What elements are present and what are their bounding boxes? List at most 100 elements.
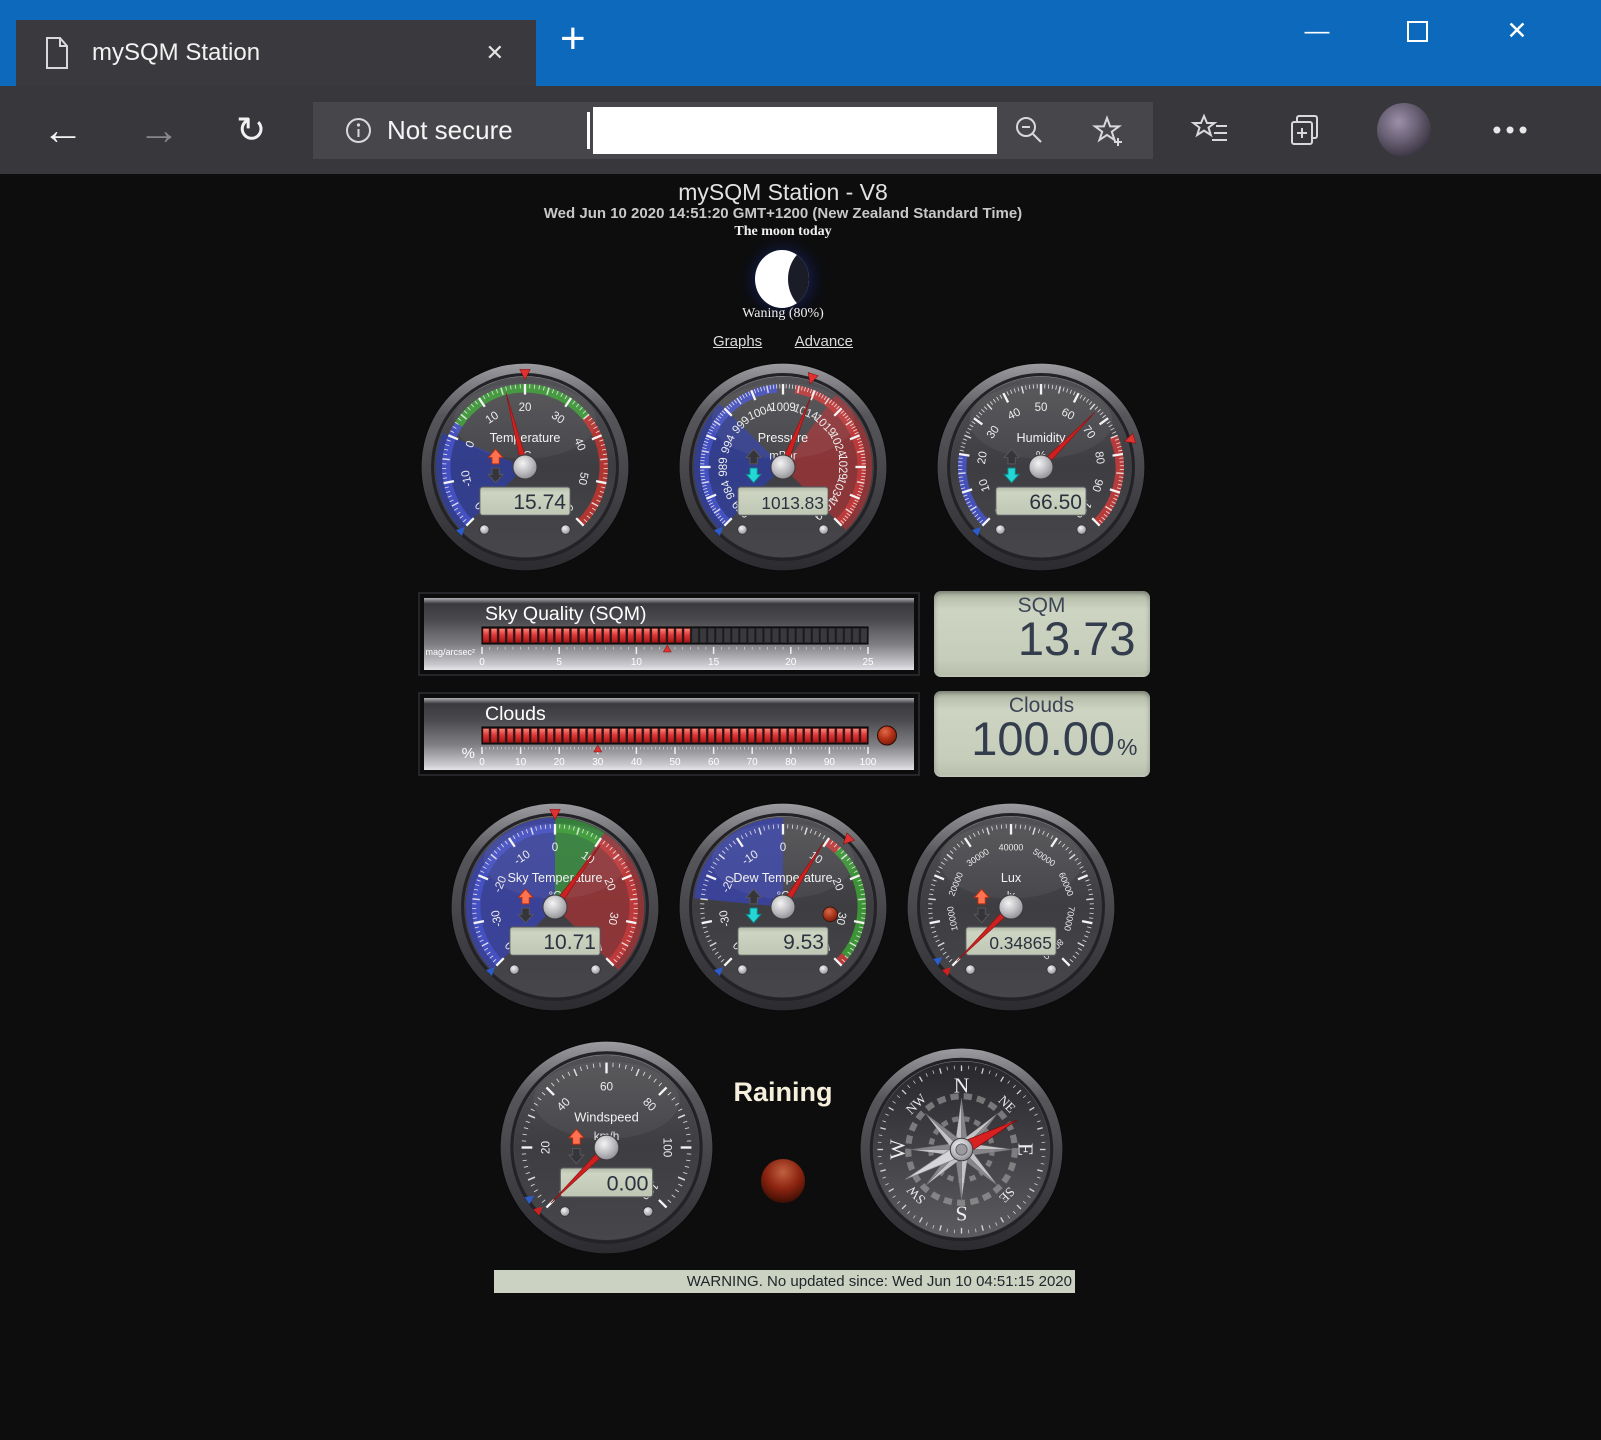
sqm-row: Sky Quality (SQM) mag/arcsec² 0 5 10 15 20 25 S… — [0, 591, 1566, 677]
windspeed-gauge: 020406080100120Windspeedkm/h0.00 — [499, 1040, 714, 1255]
svg-text:20: 20 — [785, 657, 797, 668]
humidity-gauge: 0102030405060708090100Humidity%66.50 — [936, 362, 1146, 572]
window-close-button[interactable]: ✕ — [1467, 0, 1567, 62]
sqm-display: SQM 13.73 — [934, 591, 1150, 677]
svg-text:E: E — [1014, 1143, 1038, 1156]
text-caret — [587, 112, 590, 149]
window-minimize-button[interactable]: — — [1267, 0, 1367, 62]
forward-button[interactable]: → — [138, 106, 180, 154]
clouds-bar-gauge: Clouds%0102030405060708090100 — [417, 691, 921, 777]
add-favorite-icon[interactable] — [1091, 114, 1125, 148]
raining-led-indicator — [761, 1159, 805, 1203]
svg-text:S: S — [956, 1202, 968, 1226]
zoom-out-icon[interactable] — [1013, 114, 1047, 148]
security-label: Not secure — [387, 115, 513, 146]
moon-phase-label: Waning (80%) — [0, 306, 1566, 322]
address-input[interactable] — [593, 107, 997, 154]
svg-text:20: 20 — [553, 757, 565, 768]
svg-text:60: 60 — [708, 757, 720, 768]
svg-text:0.34865: 0.34865 — [989, 933, 1052, 953]
svg-text:mag/arcsec²: mag/arcsec² — [425, 647, 475, 657]
pressure-gauge: 9799849899949991004100910141019102410291… — [678, 362, 888, 572]
web-page: mySQM Station - V8 Wed Jun 10 2020 14:51… — [0, 174, 1601, 1440]
svg-text:1013.83: 1013.83 — [761, 493, 824, 513]
sky-temperature-gauge: -40-30-20-10010203040Sky Temperature°C10… — [450, 802, 660, 1012]
sqm-display-value: 13.73 — [1018, 611, 1136, 666]
gauge-row-1: -20-100102030405060Temperature°C15.74 97… — [0, 362, 1566, 572]
svg-text:W: W — [885, 1139, 909, 1160]
tab-title: mySQM Station — [92, 39, 478, 67]
browser-toolbar: ← → ↻ Not secure ••• — [0, 86, 1601, 174]
svg-text:Humidity: Humidity — [1017, 431, 1067, 445]
svg-text:50: 50 — [1035, 402, 1048, 414]
warning-banner: WARNING. No updated since: Wed Jun 10 04… — [494, 1270, 1075, 1293]
gauge-row-2: -40-30-20-10010203040Sky Temperature°C10… — [0, 802, 1566, 1012]
svg-text:0: 0 — [479, 757, 485, 768]
temperature-gauge: -20-100102030405060Temperature°C15.74 — [420, 362, 630, 572]
svg-text:80: 80 — [785, 757, 797, 768]
svg-text:Pressure: Pressure — [758, 431, 808, 445]
new-tab-button[interactable]: + — [550, 14, 596, 64]
svg-text:Windspeed: Windspeed — [574, 1110, 639, 1125]
sky-quality-bar-gauge: Sky Quality (SQM) mag/arcsec² 0 5 10 15 20 25 — [417, 591, 921, 677]
page-favicon-icon — [44, 37, 70, 69]
info-icon[interactable] — [345, 117, 372, 144]
svg-text:Sky Temperature: Sky Temperature — [508, 871, 603, 885]
maximize-icon — [1407, 21, 1428, 42]
svg-text:40000: 40000 — [999, 842, 1024, 852]
svg-text:10.71: 10.71 — [543, 931, 596, 954]
browser-titlebar: mySQM Station ✕ + — ✕ — [0, 0, 1601, 86]
svg-text:10: 10 — [630, 657, 642, 668]
svg-text:60: 60 — [600, 1079, 614, 1093]
svg-text:Clouds: Clouds — [485, 703, 546, 725]
svg-text:10: 10 — [515, 757, 527, 768]
more-menu-icon[interactable]: ••• — [1482, 115, 1542, 146]
browser-tab[interactable]: mySQM Station ✕ — [16, 20, 536, 86]
lux-gauge: 0100002000030000400005000060000700008000… — [906, 802, 1116, 1012]
refresh-button[interactable]: ↻ — [236, 109, 266, 151]
svg-text:9.53: 9.53 — [783, 931, 824, 954]
svg-text:100: 100 — [859, 757, 876, 768]
clouds-display: Clouds 100.00% — [934, 691, 1150, 777]
address-bar[interactable]: Not secure — [313, 102, 1153, 159]
svg-text:50: 50 — [669, 757, 681, 768]
svg-text:66.50: 66.50 — [1029, 491, 1082, 514]
svg-text:Dew Temperature: Dew Temperature — [733, 871, 832, 885]
svg-text:5: 5 — [556, 657, 562, 668]
svg-text:20: 20 — [976, 451, 990, 466]
svg-text:15.74: 15.74 — [513, 491, 566, 514]
svg-text:90: 90 — [823, 757, 835, 768]
svg-text:989: 989 — [718, 457, 730, 476]
svg-text:25: 25 — [862, 657, 874, 668]
svg-text:0.00: 0.00 — [607, 1172, 649, 1196]
clouds-row: Clouds%0102030405060708090100 Clouds 100… — [0, 691, 1566, 777]
raining-label: Raining — [703, 1077, 863, 1108]
advance-link[interactable]: Advance — [795, 333, 853, 350]
svg-text:15: 15 — [708, 657, 720, 668]
tab-close-icon[interactable]: ✕ — [478, 36, 512, 70]
clouds-display-suffix: % — [1117, 734, 1137, 761]
svg-text:Temperature: Temperature — [490, 431, 561, 445]
svg-text:0: 0 — [552, 842, 558, 854]
page-links: Graphs Advance — [0, 333, 1566, 351]
svg-text:0: 0 — [479, 657, 485, 668]
svg-text:%: % — [461, 745, 474, 762]
svg-text:30: 30 — [592, 757, 604, 768]
svg-text:20: 20 — [519, 402, 532, 414]
favorites-hub-icon[interactable] — [1190, 112, 1230, 148]
back-button[interactable]: ← — [42, 106, 84, 154]
svg-text:Sky Quality (SQM): Sky Quality (SQM) — [485, 603, 646, 625]
svg-text:20: 20 — [538, 1141, 552, 1155]
svg-text:30: 30 — [606, 911, 620, 926]
collections-icon[interactable] — [1286, 110, 1326, 150]
dew-temperature-gauge: -40-30-20-10010203040Dew Temperature°C9.… — [678, 802, 888, 1012]
page-timestamp: Wed Jun 10 2020 14:51:20 GMT+1200 (New Z… — [0, 205, 1566, 222]
svg-text:0: 0 — [780, 842, 786, 854]
clouds-display-value: 100.00 — [971, 711, 1115, 766]
svg-text:N: N — [954, 1073, 970, 1097]
window-maximize-button[interactable] — [1367, 0, 1467, 62]
page-title: mySQM Station - V8 — [0, 179, 1566, 206]
svg-text:70: 70 — [746, 757, 758, 768]
graphs-link[interactable]: Graphs — [713, 333, 762, 350]
profile-avatar[interactable] — [1377, 103, 1431, 157]
